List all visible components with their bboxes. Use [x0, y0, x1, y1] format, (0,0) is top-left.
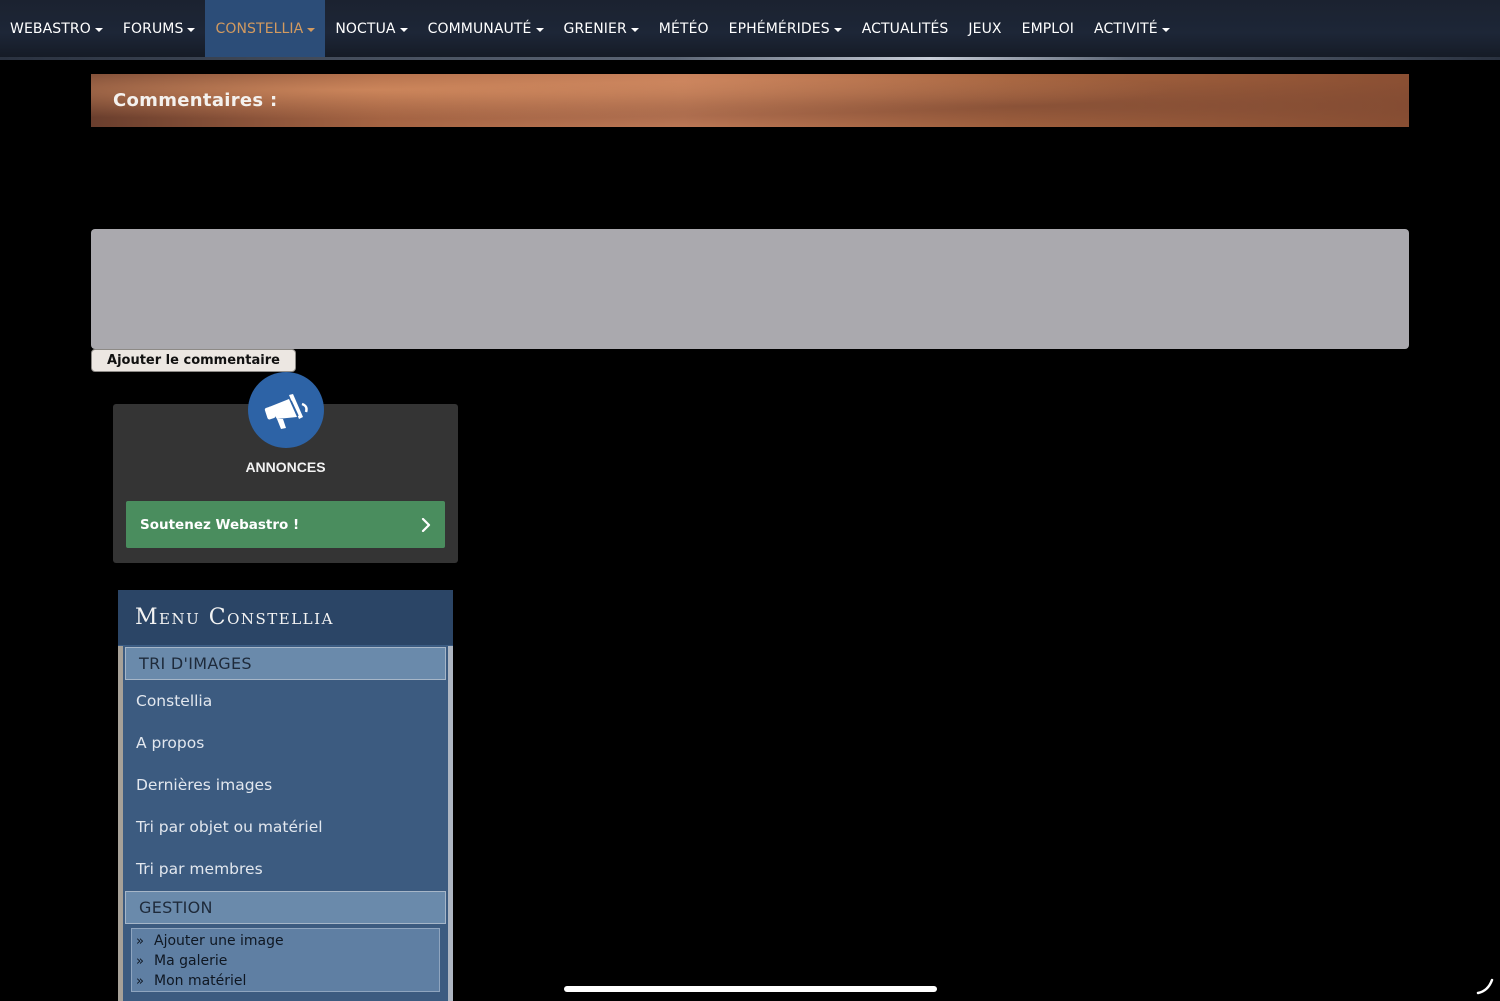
- nav-item-label: NOCTUA: [335, 21, 396, 37]
- menu-link-constellia[interactable]: Constellia: [123, 680, 448, 722]
- gestion-link-ma-galerie[interactable]: » Ma galerie: [136, 951, 439, 971]
- nav-item-label: MÉTÉO: [658, 21, 709, 37]
- menu-link-tri-membres[interactable]: Tri par membres: [123, 848, 448, 890]
- nav-item-label: EPHÉMÉRIDES: [728, 21, 830, 37]
- nav-item-label: COMMUNAUTÉ: [427, 21, 532, 37]
- menu-header: Menu Constellia: [118, 590, 453, 646]
- menu-constellia: Menu Constellia TRI D'IMAGES Constellia …: [118, 590, 453, 1001]
- gestion-link-ajouter-image[interactable]: » Ajouter une image: [136, 931, 439, 951]
- nav-item-forums[interactable]: FORUMS: [113, 0, 206, 58]
- home-indicator[interactable]: [564, 986, 937, 992]
- double-chevron-right-icon: »: [136, 973, 144, 989]
- comments-banner: Commentaires :: [91, 74, 1409, 127]
- nav-item-ephemerides[interactable]: EPHÉMÉRIDES: [719, 0, 852, 58]
- add-comment-button[interactable]: Ajouter le commentaire: [91, 349, 296, 372]
- nav-item-label: GRENIER: [563, 21, 627, 37]
- nav-item-actualites[interactable]: ACTUALITÉS: [852, 0, 959, 58]
- nav-item-grenier[interactable]: GRENIER: [554, 0, 649, 58]
- announcements-title: ANNONCES: [245, 459, 326, 475]
- caret-down-icon: [1161, 28, 1170, 32]
- section-gestion-header: GESTION: [125, 891, 446, 924]
- menu-title: Menu Constellia: [135, 605, 334, 630]
- support-label: Soutenez Webastro !: [140, 516, 300, 533]
- resize-handle-icon[interactable]: [1475, 976, 1495, 996]
- nav-item-label: ACTUALITÉS: [861, 21, 949, 37]
- nav-item-communaute[interactable]: COMMUNAUTÉ: [418, 0, 554, 58]
- gestion-link-label: Ma galerie: [154, 953, 228, 969]
- menu-link-a-propos[interactable]: A propos: [123, 722, 448, 764]
- double-chevron-right-icon: »: [136, 933, 144, 949]
- caret-down-icon: [187, 28, 196, 32]
- nav-item-label: EMPLOI: [1021, 21, 1075, 37]
- nav-item-label: ACTIVITÉ: [1094, 21, 1158, 37]
- nav-item-meteo[interactable]: MÉTÉO: [649, 0, 719, 58]
- caret-down-icon: [399, 28, 408, 32]
- nav-item-webastro[interactable]: WEBASTRO: [0, 0, 113, 58]
- nav-item-label: CONSTELLIA: [215, 21, 304, 37]
- caret-down-icon: [307, 28, 316, 32]
- nav-item-label: WEBASTRO: [10, 21, 91, 37]
- caret-down-icon: [630, 28, 639, 32]
- top-navigation: WEBASTRO FORUMS CONSTELLIA NOCTUA COMMUN…: [0, 0, 1500, 60]
- chevron-right-icon: [421, 517, 431, 532]
- nav-item-constellia[interactable]: CONSTELLIA: [205, 0, 326, 58]
- menu-body: TRI D'IMAGES Constellia A propos Dernièr…: [118, 646, 453, 1001]
- nav-item-activite[interactable]: ACTIVITÉ: [1084, 0, 1180, 58]
- caret-down-icon: [94, 28, 103, 32]
- comments-title: Commentaires :: [113, 90, 278, 111]
- section-tri-images-header: TRI D'IMAGES: [125, 647, 446, 680]
- caret-down-icon: [535, 28, 544, 32]
- gestion-link-label: Mon matériel: [154, 973, 247, 989]
- gestion-link-label: Ajouter une image: [154, 933, 284, 949]
- nav-item-emploi[interactable]: EMPLOI: [1012, 0, 1084, 58]
- gestion-link-mon-materiel[interactable]: » Mon matériel: [136, 971, 439, 991]
- menu-link-dernieres-images[interactable]: Dernières images: [123, 764, 448, 806]
- nav-item-jeux[interactable]: JEUX: [958, 0, 1011, 58]
- comment-textarea[interactable]: [91, 229, 1409, 349]
- double-chevron-right-icon: »: [136, 953, 144, 969]
- gestion-list: » Ajouter une image » Ma galerie » Mon m…: [131, 928, 440, 992]
- megaphone-icon: [248, 372, 324, 448]
- nav-item-label: FORUMS: [122, 21, 184, 37]
- support-webastro-button[interactable]: Soutenez Webastro !: [126, 501, 445, 548]
- nav-item-label: JEUX: [968, 21, 1002, 37]
- nav-item-noctua[interactable]: NOCTUA: [325, 0, 417, 58]
- menu-link-tri-objet-materiel[interactable]: Tri par objet ou matériel: [123, 806, 448, 848]
- caret-down-icon: [833, 28, 842, 32]
